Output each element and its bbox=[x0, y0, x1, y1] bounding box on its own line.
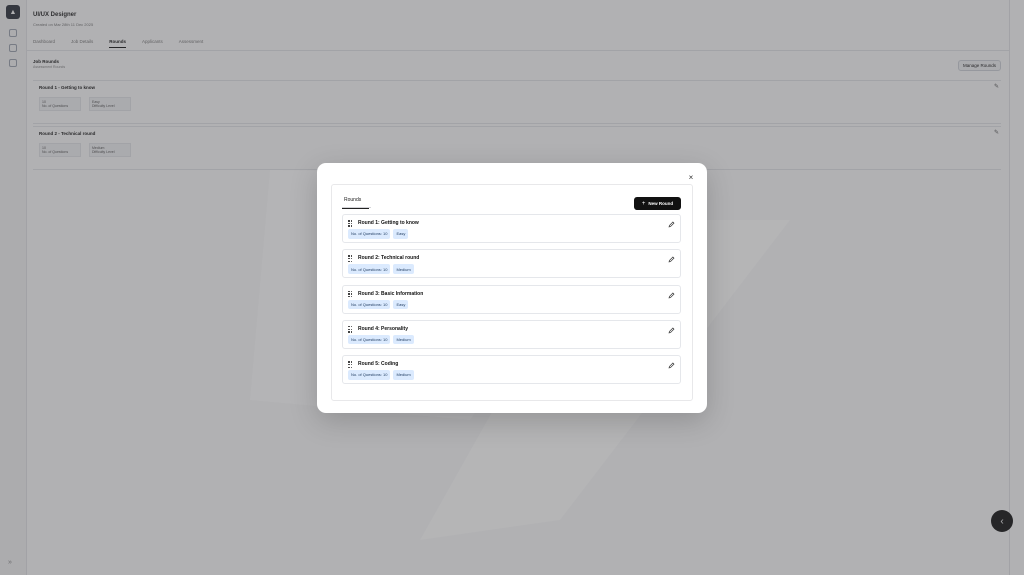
pencil-icon[interactable] bbox=[668, 362, 675, 369]
round-badges: No. of Questions: 10 Easy bbox=[348, 299, 409, 310]
difficulty-badge: Medium bbox=[393, 264, 414, 274]
drag-handle-icon[interactable] bbox=[348, 361, 353, 369]
drag-handle-icon[interactable] bbox=[348, 220, 353, 227]
pencil-icon[interactable] bbox=[668, 292, 675, 299]
round-badges: No. of Questions: 10 Medium bbox=[348, 264, 414, 274]
pencil-icon[interactable] bbox=[668, 327, 675, 334]
round-list: Round 1: Getting to know No. of Question… bbox=[342, 214, 681, 390]
new-round-label: New Round bbox=[648, 201, 674, 206]
round-title: Round 2: Technical round bbox=[358, 255, 420, 262]
round-card[interactable]: Round 1: Getting to know No. of Question… bbox=[342, 214, 681, 243]
difficulty-badge: Medium bbox=[393, 334, 414, 345]
close-icon[interactable]: × bbox=[686, 172, 696, 182]
questions-badge: No. of Questions: 10 bbox=[348, 229, 391, 239]
questions-badge: No. of Questions: 10 bbox=[348, 299, 391, 310]
difficulty-badge: Medium bbox=[393, 370, 414, 380]
difficulty-badge: Easy bbox=[393, 299, 409, 310]
plus-icon: + bbox=[641, 200, 646, 207]
round-badges: No. of Questions: 10 Medium bbox=[348, 334, 414, 345]
round-badges: No. of Questions: 10 Medium bbox=[348, 370, 414, 380]
tab-underline bbox=[342, 207, 371, 208]
questions-badge: No. of Questions: 10 bbox=[348, 334, 391, 345]
drag-handle-icon[interactable] bbox=[348, 325, 353, 333]
round-card[interactable]: Round 4: Personality No. of Questions: 1… bbox=[342, 319, 681, 349]
round-title: Round 3: Basic Information bbox=[358, 290, 424, 297]
rounds-modal: × Rounds + New Round Round 1: Getting to… bbox=[317, 163, 707, 413]
round-title: Round 1: Getting to know bbox=[358, 220, 419, 226]
round-title: Round 4: Personality bbox=[358, 325, 409, 332]
pencil-icon[interactable] bbox=[668, 221, 675, 228]
pencil-icon[interactable] bbox=[668, 256, 675, 263]
round-card[interactable]: Round 3: Basic Information No. of Questi… bbox=[342, 284, 681, 314]
difficulty-badge: Easy bbox=[393, 229, 409, 239]
rounds-panel: Rounds + New Round Round 1: Getting to k… bbox=[331, 184, 693, 401]
round-badges: No. of Questions: 10 Easy bbox=[348, 229, 409, 239]
drag-handle-icon[interactable] bbox=[348, 255, 353, 263]
tab-rounds-label: Rounds bbox=[344, 197, 362, 203]
questions-badge: No. of Questions: 10 bbox=[348, 370, 391, 380]
questions-badge: No. of Questions: 10 bbox=[348, 264, 391, 274]
round-title: Round 5: Coding bbox=[358, 361, 399, 368]
new-round-button[interactable]: + New Round bbox=[634, 197, 681, 210]
round-card[interactable]: Round 2: Technical round No. of Question… bbox=[342, 249, 681, 279]
drag-handle-icon[interactable] bbox=[348, 290, 353, 298]
round-card[interactable]: Round 5: Coding No. of Questions: 10 Med… bbox=[342, 355, 681, 385]
